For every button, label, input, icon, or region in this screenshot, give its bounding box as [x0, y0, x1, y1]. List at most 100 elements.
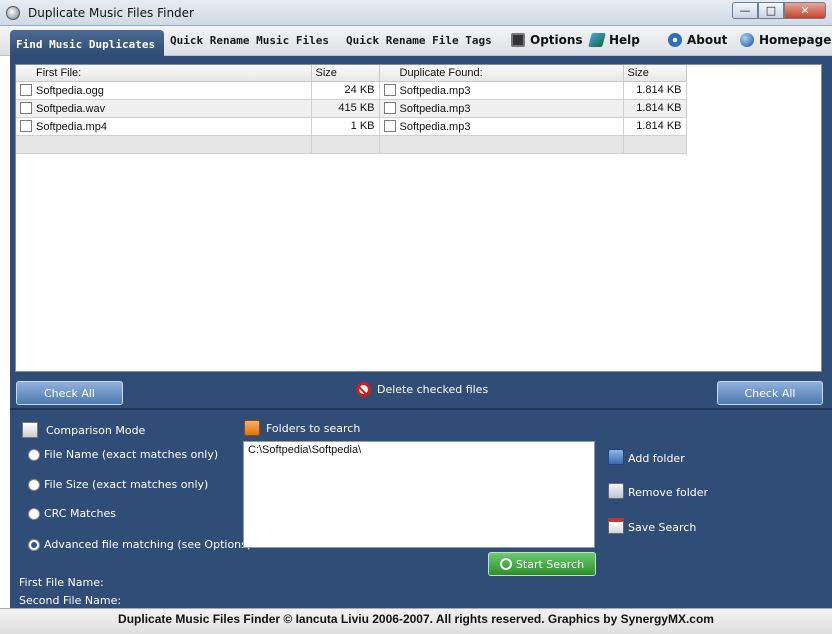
check-all-left-button[interactable]: Check All [16, 381, 123, 405]
duplicate-cell: Softpedia.mp3 [379, 117, 624, 136]
empty-row [16, 135, 687, 154]
footer-copyright: Duplicate Music Files Finder © Iancuta L… [0, 608, 832, 634]
search-icon [499, 558, 512, 570]
duplicate-size-cell: 1.814 KB [623, 99, 687, 118]
delete-icon [356, 382, 371, 397]
first-file-name: Softpedia.wav [36, 102, 106, 115]
column-header-first-file[interactable]: First File: [16, 65, 312, 82]
globe-icon [740, 33, 754, 47]
delete-checked-label: Delete checked files [377, 383, 489, 396]
minimize-button[interactable]: — [732, 2, 758, 19]
table-row: Softpedia.ogg 24 KB Softpedia.mp3 1.814 … [16, 81, 687, 100]
table-row: Softpedia.wav 415 KB Softpedia.mp3 1.814… [16, 99, 687, 118]
empty-cell [311, 135, 380, 154]
save-search-icon [608, 518, 624, 534]
options-menu[interactable]: Options [511, 33, 583, 47]
tab-quick-rename-file-tags[interactable]: Quick Rename File Tags [346, 34, 492, 47]
section-divider [10, 408, 832, 410]
app-icon [6, 6, 20, 20]
save-search-button[interactable]: Save Search [628, 521, 696, 534]
duplicate-cell: Softpedia.mp3 [379, 99, 624, 118]
results-table: First File: Size Duplicate Found: Size S… [16, 65, 687, 154]
title-bar: Duplicate Music Files Finder — □ ✕ [0, 0, 832, 26]
first-size-cell: 415 KB [311, 99, 380, 118]
empty-cell [16, 135, 312, 154]
duplicate-size-cell: 1.814 KB [623, 81, 687, 100]
first-file-cell: Softpedia.mp4 [16, 117, 312, 136]
duplicate-size-cell: 1.814 KB [623, 117, 687, 136]
tab-bar: Find Music Duplicates Quick Rename Music… [0, 26, 832, 56]
folders-to-search-title: Folders to search [266, 422, 361, 435]
delete-checked-files-button[interactable]: Delete checked files [356, 382, 488, 397]
maximize-button[interactable]: □ [758, 2, 784, 19]
window-title: Duplicate Music Files Finder [28, 6, 194, 20]
homepage-label: Homepage [759, 33, 832, 47]
table-row: Softpedia.mp4 1 KB Softpedia.mp3 1.814 K… [16, 117, 687, 136]
first-file-cell: Softpedia.wav [16, 99, 312, 118]
duplicate-checkbox[interactable] [383, 83, 396, 96]
radio-file-size-label: File Size (exact matches only) [44, 478, 209, 491]
column-header-duplicate-found[interactable]: Duplicate Found: [379, 65, 624, 82]
add-folder-button[interactable]: Add folder [628, 452, 685, 465]
tab-quick-rename-music-files[interactable]: Quick Rename Music Files [170, 34, 329, 47]
maximize-icon: □ [765, 4, 777, 17]
options-label: Options [530, 33, 583, 47]
results-grid: First File: Size Duplicate Found: Size S… [15, 64, 822, 372]
first-size-cell: 24 KB [311, 81, 380, 100]
first-file-name: Softpedia.ogg [36, 84, 104, 97]
first-file-name-label: First File Name: [19, 576, 104, 589]
remove-folder-button[interactable]: Remove folder [628, 486, 708, 499]
radio-crc-matches-dot[interactable] [28, 507, 40, 520]
tab-find-music-duplicates[interactable]: Find Music Duplicates [10, 30, 164, 56]
duplicate-checkbox[interactable] [383, 119, 396, 132]
remove-folder-icon [608, 483, 624, 499]
radio-file-name-label: File Name (exact matches only) [44, 448, 219, 461]
row-checkbox[interactable] [20, 101, 32, 114]
duplicate-file-name: Softpedia.mp3 [399, 120, 471, 133]
help-label: Help [609, 33, 640, 47]
duplicate-file-name: Softpedia.mp3 [399, 84, 471, 97]
start-search-label: Start Search [515, 557, 585, 571]
first-file-name: Softpedia.mp4 [36, 120, 107, 133]
comparison-mode-icon [22, 422, 38, 438]
radio-crc-matches-label: CRC Matches [44, 507, 117, 520]
radio-file-size[interactable]: File Size (exact matches only) [28, 478, 208, 491]
start-search-button[interactable]: Start Search [488, 552, 596, 576]
homepage-menu[interactable]: Homepage [740, 33, 831, 47]
first-file-cell: Softpedia.ogg [16, 81, 312, 100]
help-icon [588, 33, 606, 47]
check-all-right-button[interactable]: Check All [717, 381, 823, 405]
folders-search-icon [244, 420, 260, 436]
close-button[interactable]: ✕ [784, 2, 826, 19]
table-header-row: First File: Size Duplicate Found: Size [16, 65, 687, 82]
options-icon [511, 33, 525, 47]
minimize-icon: — [739, 4, 751, 17]
add-folder-icon [608, 449, 624, 465]
column-header-duplicate-size[interactable]: Size [623, 65, 687, 82]
about-menu[interactable]: About [668, 33, 727, 47]
comparison-mode-title: Comparison Mode [46, 424, 146, 437]
radio-crc-matches[interactable]: CRC Matches [28, 507, 116, 520]
radio-advanced-matching[interactable]: Advanced file matching (see Options) [28, 538, 251, 551]
window-controls: — □ ✕ [732, 2, 826, 19]
second-file-name-label: Second File Name: [19, 594, 122, 607]
row-checkbox[interactable] [20, 83, 32, 96]
duplicate-checkbox[interactable] [383, 101, 396, 114]
duplicate-file-name: Softpedia.mp3 [399, 102, 471, 115]
about-label: About [687, 33, 728, 47]
radio-file-size-dot[interactable] [28, 478, 40, 491]
radio-advanced-matching-dot[interactable] [28, 538, 40, 551]
main-panel: First File: Size Duplicate Found: Size S… [10, 56, 832, 634]
empty-cell [623, 135, 687, 154]
help-menu[interactable]: Help [588, 33, 640, 47]
column-header-size[interactable]: Size [311, 65, 380, 82]
empty-cell [379, 135, 624, 154]
radio-file-name-dot[interactable] [28, 448, 40, 461]
close-icon: ✕ [800, 4, 810, 17]
row-checkbox[interactable] [20, 119, 32, 132]
first-size-cell: 1 KB [311, 117, 380, 136]
duplicate-cell: Softpedia.mp3 [379, 81, 624, 100]
folders-list[interactable]: C:\Softpedia\Softpedia\ [243, 441, 595, 548]
radio-file-name[interactable]: File Name (exact matches only) [28, 448, 218, 461]
about-icon [668, 33, 682, 47]
